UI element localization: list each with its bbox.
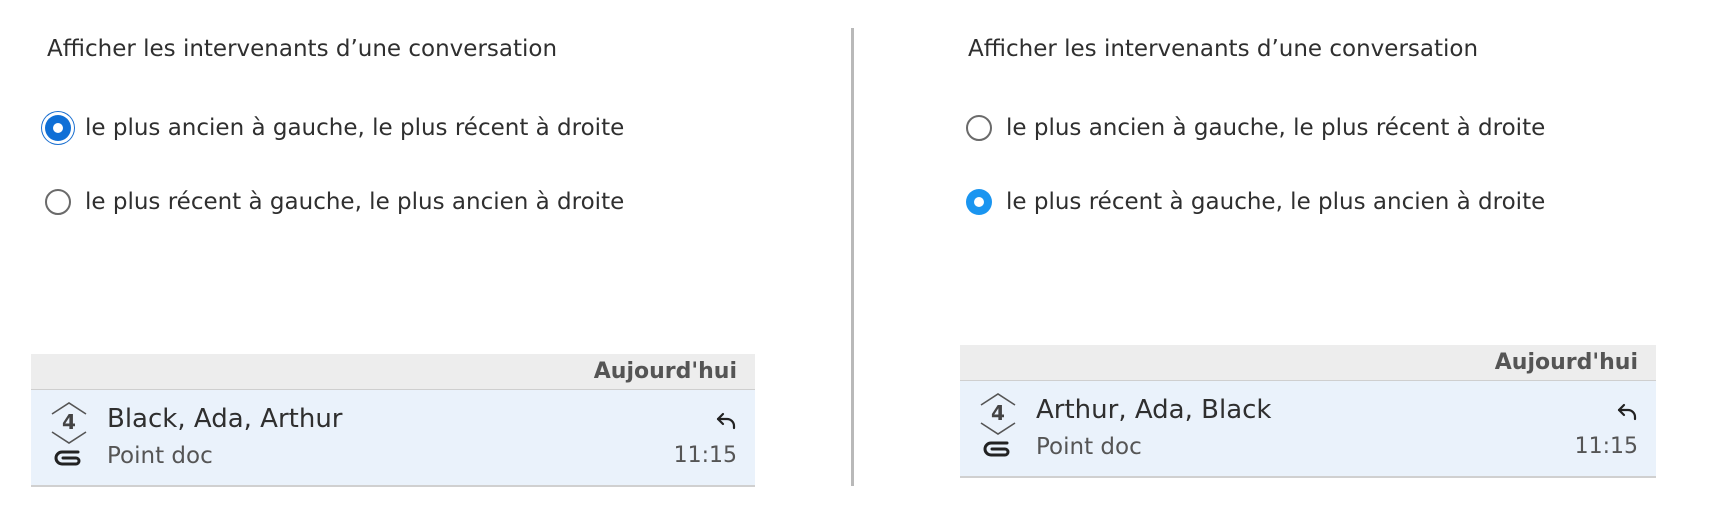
conversation-row[interactable]: 4 Arthur, Ada, Black Point doc 11:15 [960, 381, 1656, 478]
conversation-count-icon: 4 [978, 391, 1018, 437]
radio-option-newest-left[interactable]: le plus récent à gauche, le plus ancien … [45, 182, 624, 222]
date-group-header: Aujourd'hui [31, 354, 755, 390]
setting-title: Afficher les intervenants d’une conversa… [47, 36, 558, 62]
participants: Black, Ada, Arthur [107, 404, 343, 434]
conversation-preview: Aujourd'hui 4 Black, Ada, Arthur Point d… [31, 354, 755, 487]
radio-button-unchecked[interactable] [45, 189, 71, 215]
message-time: 11:15 [1574, 434, 1638, 459]
setting-title: Afficher les intervenants d’une conversa… [968, 36, 1479, 62]
date-group-header: Aujourd'hui [960, 345, 1656, 381]
radio-label: le plus ancien à gauche, le plus récent … [85, 115, 625, 141]
message-count: 4 [62, 410, 76, 434]
attachment-icon [982, 439, 1012, 459]
radio-option-oldest-left[interactable]: le plus ancien à gauche, le plus récent … [45, 108, 624, 148]
radio-option-oldest-left[interactable]: le plus ancien à gauche, le plus récent … [966, 108, 1545, 148]
settings-panel-right: Afficher les intervenants d’une conversa… [858, 0, 1710, 510]
reply-icon [715, 410, 737, 432]
message-count: 4 [991, 401, 1005, 425]
subject: Point doc [107, 443, 213, 469]
radio-label: le plus récent à gauche, le plus ancien … [1006, 189, 1546, 215]
radio-button-checked[interactable] [966, 189, 992, 215]
conversation-preview: Aujourd'hui 4 Arthur, Ada, Black Point d… [960, 345, 1656, 478]
radio-label: le plus ancien à gauche, le plus récent … [1006, 115, 1546, 141]
reply-icon [1616, 401, 1638, 423]
participants: Arthur, Ada, Black [1036, 395, 1272, 425]
conversation-count-icon: 4 [49, 400, 89, 446]
conversation-row[interactable]: 4 Black, Ada, Arthur Point doc 11:15 [31, 390, 755, 487]
attachment-icon [53, 448, 83, 468]
radio-option-newest-left[interactable]: le plus récent à gauche, le plus ancien … [966, 182, 1545, 222]
message-time: 11:15 [673, 443, 737, 468]
radio-button-unchecked[interactable] [966, 115, 992, 141]
radio-label: le plus récent à gauche, le plus ancien … [85, 189, 625, 215]
radio-button-checked[interactable] [45, 115, 71, 141]
subject: Point doc [1036, 434, 1142, 460]
panel-divider [851, 28, 854, 486]
settings-panel-left: Afficher les intervenants d’une conversa… [0, 0, 850, 510]
